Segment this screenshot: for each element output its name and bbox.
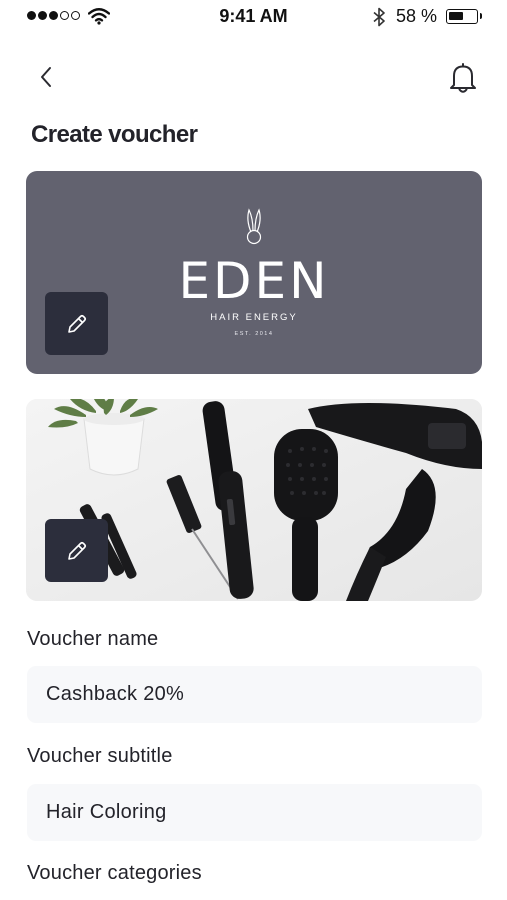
page-title: Create voucher bbox=[31, 121, 198, 148]
edit-logo-button[interactable] bbox=[45, 292, 108, 355]
bluetooth-icon bbox=[373, 7, 385, 27]
battery-level-fill bbox=[449, 12, 463, 20]
edit-cover-button[interactable] bbox=[45, 519, 108, 582]
notifications-button[interactable] bbox=[447, 60, 479, 96]
back-button[interactable] bbox=[33, 62, 59, 92]
voucher-subtitle-input[interactable]: Hair Coloring bbox=[27, 784, 482, 841]
pencil-icon bbox=[67, 314, 86, 333]
bell-icon bbox=[450, 63, 476, 93]
bunny-logo-icon bbox=[246, 208, 262, 245]
voucher-name-label: Voucher name bbox=[27, 628, 159, 650]
battery-percent: 58 % bbox=[396, 6, 438, 26]
chevron-left-icon bbox=[41, 67, 51, 87]
battery-icon bbox=[446, 9, 478, 24]
pencil-icon bbox=[67, 541, 86, 560]
voucher-name-input[interactable]: Cashback 20% bbox=[27, 666, 482, 723]
voucher-subtitle-label: Voucher subtitle bbox=[27, 745, 173, 767]
status-bar: 9:41 AM 58 % bbox=[0, 0, 507, 34]
voucher-categories-label: Voucher categories bbox=[27, 862, 202, 884]
